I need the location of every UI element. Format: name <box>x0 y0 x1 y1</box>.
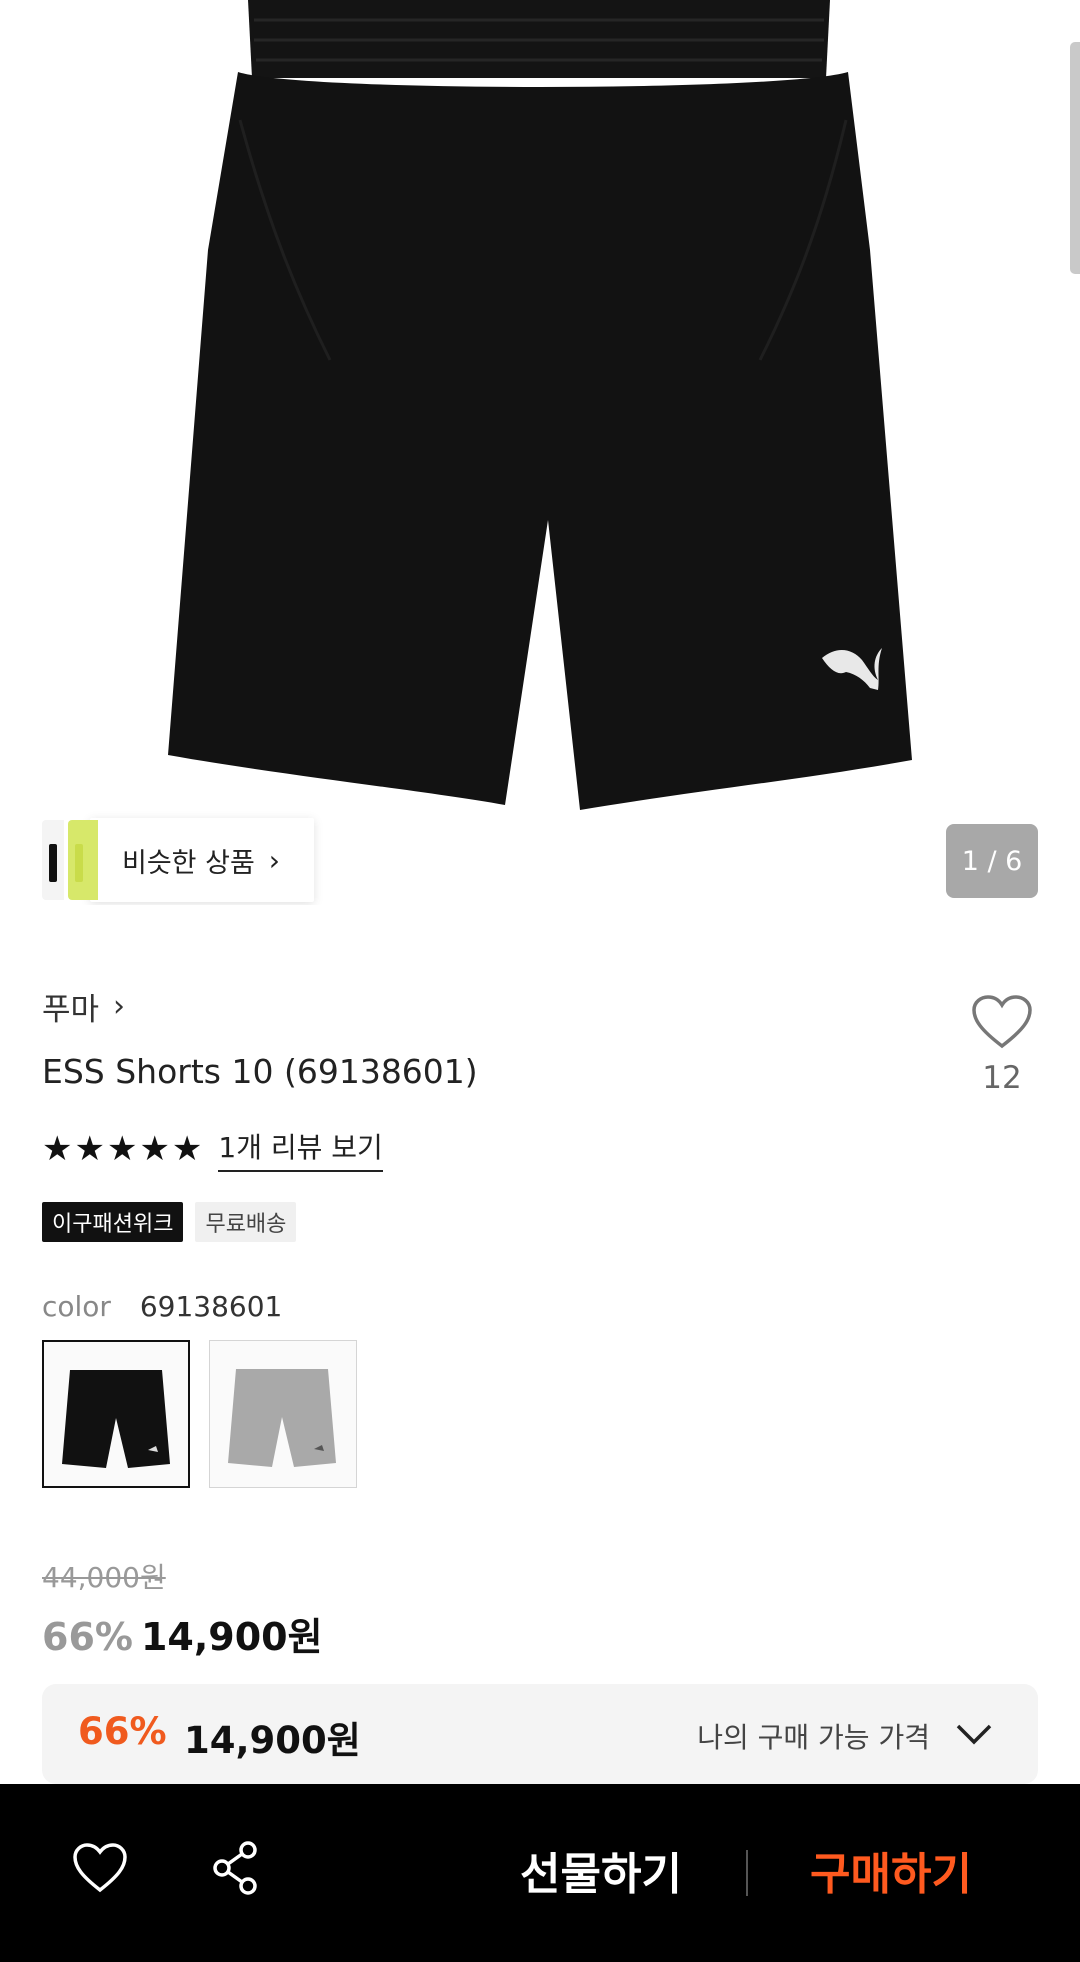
image-counter: 1 / 6 <box>946 824 1038 898</box>
color-label: color <box>42 1290 111 1323</box>
gallery-scrollbar[interactable] <box>1070 42 1080 274</box>
brand-name: 푸마 <box>42 992 100 1028</box>
original-price: 44,000원 <box>42 1561 166 1594</box>
similar-products-button[interactable]: 비슷한 상품 › <box>42 818 314 902</box>
similar-products-pill[interactable]: 비슷한 상품 › <box>90 818 314 902</box>
badge-list: 이구패션위크 무료배송 <box>42 1202 308 1242</box>
discount-rate: 66% <box>42 1615 133 1659</box>
my-discount-rate: 66% <box>78 1710 167 1753</box>
sale-price: 14,900원 <box>140 1615 323 1659</box>
color-value: 69138601 <box>139 1290 283 1323</box>
similar-thumbnail <box>68 820 98 900</box>
chevron-right-icon: › <box>268 843 280 877</box>
my-price: 14,900원 <box>184 1719 361 1762</box>
swatch-image-gray <box>228 1369 336 1467</box>
like-count: 12 <box>982 1060 1022 1096</box>
event-badge: 이구패션위크 <box>42 1202 184 1242</box>
similar-products-label: 비슷한 상품 <box>122 847 255 879</box>
wishlist-button[interactable]: 12 <box>970 994 1034 1096</box>
swatch-image-black <box>62 1370 170 1468</box>
chevron-right-icon: › <box>113 989 126 1024</box>
heart-icon <box>972 995 1032 1049</box>
divider <box>746 1850 748 1896</box>
chevron-down-icon <box>956 1724 992 1745</box>
color-option-label: color 69138601 <box>42 1290 282 1323</box>
similar-thumbnail <box>42 820 64 900</box>
star-rating: ★★★★★ <box>42 1129 205 1169</box>
my-price-panel[interactable]: 66% 14,900원 나의 구매 가능 가격 <box>42 1684 1038 1784</box>
sale-price-row: 66% 14,900원 <box>42 1606 323 1661</box>
share-icon[interactable] <box>210 1840 262 1896</box>
review-link[interactable]: 1개 리뷰 보기 <box>218 1126 383 1172</box>
free-shipping-badge: 무료배송 <box>195 1202 297 1242</box>
color-swatch-gray[interactable] <box>209 1340 357 1488</box>
heart-icon[interactable] <box>72 1842 128 1894</box>
gift-button[interactable]: 선물하기 <box>520 1838 682 1902</box>
product-photo-shorts <box>168 0 912 810</box>
brand-link[interactable]: 푸마 › <box>42 984 125 1029</box>
buy-button[interactable]: 구매하기 <box>810 1838 972 1902</box>
color-swatch-black[interactable] <box>42 1340 190 1488</box>
product-image-gallery[interactable]: 비슷한 상품 › 1 / 6 <box>0 0 1080 905</box>
my-price-label: 나의 구매 가능 가격 <box>697 1721 930 1754</box>
rating-row: ★★★★★ 1개 리뷰 보기 <box>42 1126 383 1172</box>
product-title: ESS Shorts 10 (69138601) <box>42 1052 478 1091</box>
bottom-action-bar: 선물하기 구매하기 <box>0 1784 1080 1962</box>
